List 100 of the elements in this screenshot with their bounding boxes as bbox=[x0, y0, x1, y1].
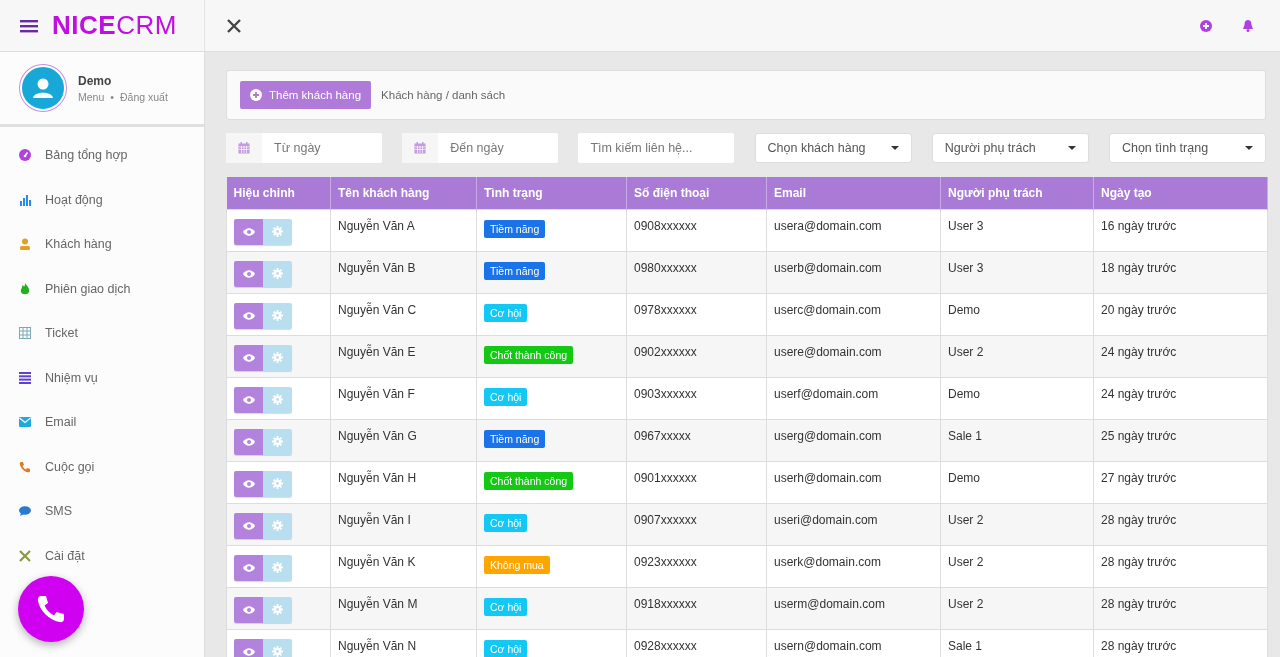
sidebar-item[interactable]: Phiên giao dịch bbox=[45, 281, 131, 296]
gear-icon bbox=[272, 268, 283, 279]
eye-icon bbox=[242, 269, 255, 278]
call-button[interactable] bbox=[18, 576, 84, 642]
view-button[interactable] bbox=[234, 344, 263, 371]
table-cell: Demo bbox=[940, 461, 1094, 503]
table-cell: 0967xxxxx bbox=[626, 419, 767, 461]
table-cell: Nguyễn Văn A bbox=[330, 209, 477, 251]
table-cell: userh@domain.com bbox=[766, 461, 941, 503]
menu-link[interactable]: Menu bbox=[78, 90, 105, 103]
table-cell: userc@domain.com bbox=[766, 293, 941, 335]
plus-circle-icon[interactable] bbox=[1200, 19, 1212, 32]
speech-bubble-icon bbox=[19, 506, 31, 517]
bell-icon[interactable] bbox=[1242, 19, 1254, 32]
table-cell: Nguyễn Văn I bbox=[330, 503, 477, 545]
eye-icon bbox=[242, 647, 255, 656]
table-cell: useri@domain.com bbox=[766, 503, 941, 545]
logout-link[interactable]: Đăng xuất bbox=[119, 90, 168, 103]
sidebar-item[interactable]: Bảng tổng hợp bbox=[45, 148, 128, 163]
sidebar-item[interactable]: Khách hàng bbox=[45, 237, 112, 252]
table-cell: 0901xxxxxx bbox=[626, 461, 767, 503]
date-field[interactable]: Đến ngày bbox=[402, 133, 559, 163]
view-button[interactable] bbox=[234, 260, 263, 287]
dropdown[interactable]: Người phụ trách bbox=[931, 133, 1089, 163]
tools-icon[interactable] bbox=[227, 18, 241, 33]
view-button[interactable] bbox=[234, 386, 263, 413]
table-cell: 0907xxxxxx bbox=[626, 503, 767, 545]
table-cell: 28 ngày trước bbox=[1093, 629, 1268, 657]
table-cell: 0980xxxxxx bbox=[626, 251, 767, 293]
table-cell: 0978xxxxxx bbox=[626, 293, 767, 335]
search-field[interactable]: Tìm kiếm liên hệ... bbox=[578, 133, 735, 163]
view-button[interactable] bbox=[234, 470, 263, 497]
caret-icon bbox=[890, 146, 899, 150]
gauge-icon bbox=[19, 149, 31, 162]
breadcrumb: Khách hàng / danh sách bbox=[381, 89, 506, 101]
person-icon bbox=[31, 76, 55, 100]
column-header: Hiệu chỉnh bbox=[226, 177, 331, 209]
table-cell: usere@domain.com bbox=[766, 335, 941, 377]
table-cell: Demo bbox=[940, 377, 1094, 419]
status-tag: Không mua bbox=[484, 555, 550, 574]
view-button[interactable] bbox=[234, 512, 263, 539]
menu-icon[interactable] bbox=[20, 18, 38, 33]
column-header: Tình trạng bbox=[476, 177, 627, 209]
table-cell: 25 ngày trước bbox=[1093, 419, 1268, 461]
table-cell: 0903xxxxxx bbox=[626, 377, 767, 419]
status-tag: Cơ hội bbox=[484, 639, 528, 657]
gear-icon bbox=[272, 352, 283, 363]
eye-icon bbox=[242, 437, 255, 446]
table-cell: 28 ngày trước bbox=[1093, 503, 1268, 545]
view-button[interactable] bbox=[234, 302, 263, 329]
table-cell: 16 ngày trước bbox=[1093, 209, 1268, 251]
table-cell: 18 ngày trước bbox=[1093, 251, 1268, 293]
sidebar-item[interactable]: SMS bbox=[45, 504, 73, 519]
user-name: Demo bbox=[78, 73, 113, 88]
view-button[interactable] bbox=[234, 554, 263, 581]
status-tag: Cơ hội bbox=[484, 513, 528, 532]
eye-icon bbox=[242, 479, 255, 488]
table-cell: User 2 bbox=[940, 503, 1094, 545]
status-tag: Tiềm năng bbox=[484, 219, 546, 238]
table-cell: Nguyễn Văn N bbox=[330, 629, 477, 657]
table-cell: User 2 bbox=[940, 587, 1094, 629]
logo: NICECRM bbox=[52, 10, 177, 41]
table-cell: 28 ngày trước bbox=[1093, 545, 1268, 587]
sidebar-item[interactable]: Email bbox=[45, 415, 77, 430]
sidebar-item[interactable]: Nhiệm vụ bbox=[45, 370, 98, 385]
sidebar-item[interactable]: Cài đặt bbox=[45, 548, 85, 563]
dropdown[interactable]: Chọn tình trạng bbox=[1108, 133, 1266, 163]
gear-icon bbox=[272, 436, 283, 447]
envelope-icon bbox=[19, 417, 31, 428]
gear-icon bbox=[272, 226, 283, 237]
table-icon bbox=[19, 327, 31, 340]
gear-icon bbox=[272, 520, 283, 531]
table-cell: User 3 bbox=[940, 209, 1094, 251]
table-cell: usern@domain.com bbox=[766, 629, 941, 657]
sidebar-item[interactable]: Ticket bbox=[45, 326, 78, 341]
view-button[interactable] bbox=[234, 596, 263, 623]
view-button[interactable] bbox=[234, 218, 263, 245]
table-cell: userf@domain.com bbox=[766, 377, 941, 419]
sidebar-item[interactable]: Hoạt động bbox=[45, 192, 103, 207]
status-tag: Cơ hội bbox=[484, 387, 528, 406]
dropdown[interactable]: Chọn khách hàng bbox=[754, 133, 912, 163]
sidebar-item[interactable]: Cuộc gọi bbox=[45, 459, 95, 474]
gear-icon bbox=[272, 562, 283, 573]
caret-icon bbox=[1244, 146, 1253, 150]
date-field[interactable]: Từ ngày bbox=[226, 133, 382, 163]
table-cell: userg@domain.com bbox=[766, 419, 941, 461]
eye-icon bbox=[242, 605, 255, 614]
add-customer-button[interactable]: Thêm khách hàng bbox=[240, 81, 372, 109]
table-cell: 0918xxxxxx bbox=[626, 587, 767, 629]
calendar-icon bbox=[414, 142, 427, 154]
view-button[interactable] bbox=[234, 638, 263, 657]
column-header: Số điện thoại bbox=[626, 177, 767, 209]
eye-icon bbox=[242, 227, 255, 236]
gear-icon bbox=[272, 604, 283, 615]
view-button[interactable] bbox=[234, 428, 263, 455]
eye-icon bbox=[242, 563, 255, 572]
gear-icon bbox=[272, 646, 283, 657]
table-cell: 0908xxxxxx bbox=[626, 209, 767, 251]
bar-chart-icon bbox=[19, 193, 31, 206]
calendar-icon bbox=[238, 142, 250, 154]
